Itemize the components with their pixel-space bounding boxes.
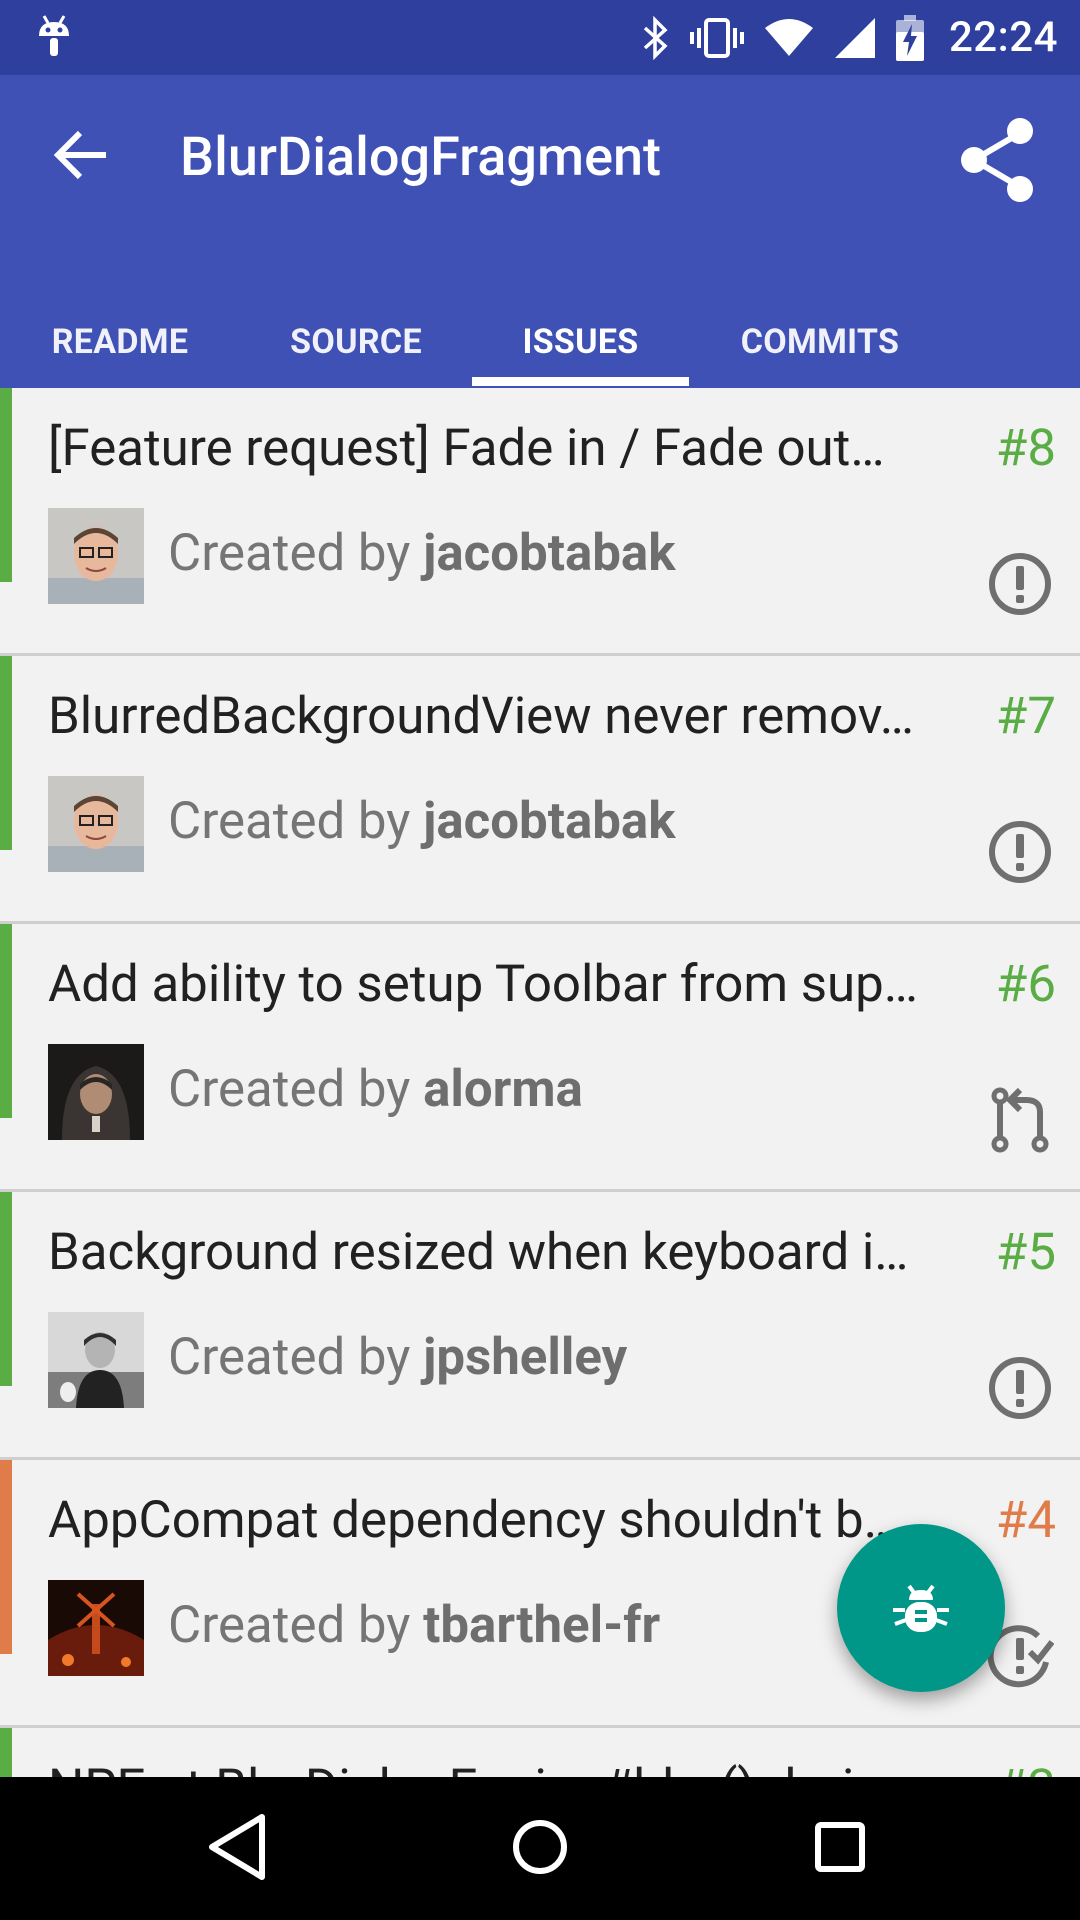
new-issue-fab[interactable] [837,1524,1005,1692]
issue-number: #6 [995,955,1056,1014]
issue-author[interactable]: tbarthel-fr [423,1596,660,1655]
issue-row[interactable]: BlurredBackgroundView never remov… #7 Cr… [0,656,1080,924]
pull-request-icon [991,1087,1049,1153]
issue-row[interactable]: NPE at BlurDialogEngine#blur() during… #… [0,1728,1080,1777]
back-triangle-icon[interactable] [200,1807,280,1887]
issue-number: #7 [995,687,1056,746]
issue-author[interactable]: jpshelley [423,1328,627,1387]
page-title: BlurDialogFragment [180,126,662,189]
back-button[interactable] [50,127,118,183]
issue-open-icon [989,553,1051,615]
issue-state-strip [0,656,12,850]
issue-created-by: Created by jpshelley [168,1328,628,1387]
clock: 22:24 [948,13,1058,62]
share-icon [961,118,1033,202]
issue-title: AppCompat dependency shouldn't b… [48,1491,898,1550]
issue-row[interactable]: Add ability to setup Toolbar from sup… #… [0,924,1080,1192]
tab-bar: README SOURCE ISSUES COMMITS [0,295,1080,388]
issue-state-strip [0,1460,12,1654]
issue-open-icon [989,1357,1051,1419]
issue-author[interactable]: alorma [423,1060,583,1119]
issue-title: [Feature request] Fade in / Fade out… [48,419,885,478]
issue-title: Background resized when keyboard i… [48,1223,909,1282]
issue-number: #8 [995,419,1056,478]
issue-state-strip [0,1728,12,1777]
issue-created-by: Created by jacobtabak [168,792,676,851]
issue-row[interactable]: [Feature request] Fade in / Fade out… #8… [0,388,1080,656]
vibrate-icon [689,17,744,58]
arrow-back-icon [53,130,106,180]
tab-issues[interactable]: ISSUES [472,295,689,388]
issue-row[interactable]: Background resized when keyboard i… #5 C… [0,1192,1080,1460]
avatar[interactable] [48,508,144,604]
avatar[interactable] [48,1580,144,1676]
status-bar: 22:24 [0,0,1080,75]
android-debug-icon [39,15,69,56]
selected-tab-indicator [472,377,689,386]
issue-state-strip [0,924,12,1118]
tab-readme[interactable]: README [30,295,210,388]
avatar[interactable] [48,1044,144,1140]
cell-signal-icon [834,17,875,58]
issue-created-by: Created by jacobtabak [168,524,676,583]
issue-title: NPE at BlurDialogEngine#blur() during… [48,1758,978,1777]
issue-created-by: Created by tbarthel-fr [168,1596,661,1655]
app-bar: BlurDialogFragment README SOURCE ISSUES … [0,75,1080,388]
share-button[interactable] [958,117,1038,203]
navigation-bar [0,1777,1080,1920]
issue-title: Add ability to setup Toolbar from sup… [48,955,918,1014]
issue-author[interactable]: jacobtabak [423,792,675,851]
tab-commits[interactable]: COMMITS [720,295,920,388]
issue-created-by: Created by alorma [168,1060,583,1119]
bluetooth-icon [643,15,668,60]
battery-charging-icon [895,14,924,61]
wifi-icon [764,18,813,56]
issue-title: BlurredBackgroundView never remov… [48,687,914,746]
avatar[interactable] [48,776,144,872]
avatar[interactable] [48,1312,144,1408]
home-circle-icon[interactable] [500,1807,580,1887]
recents-square-icon[interactable] [800,1807,880,1887]
tab-source[interactable]: SOURCE [266,295,446,388]
issue-number: #3 [996,1758,1056,1777]
issue-state-strip [0,388,12,582]
issue-open-icon [989,821,1051,883]
issue-number: #4 [995,1491,1056,1550]
issue-author[interactable]: jacobtabak [423,524,675,583]
bug-icon [893,1584,949,1632]
issue-number: #5 [995,1223,1056,1282]
issue-state-strip [0,1192,12,1386]
